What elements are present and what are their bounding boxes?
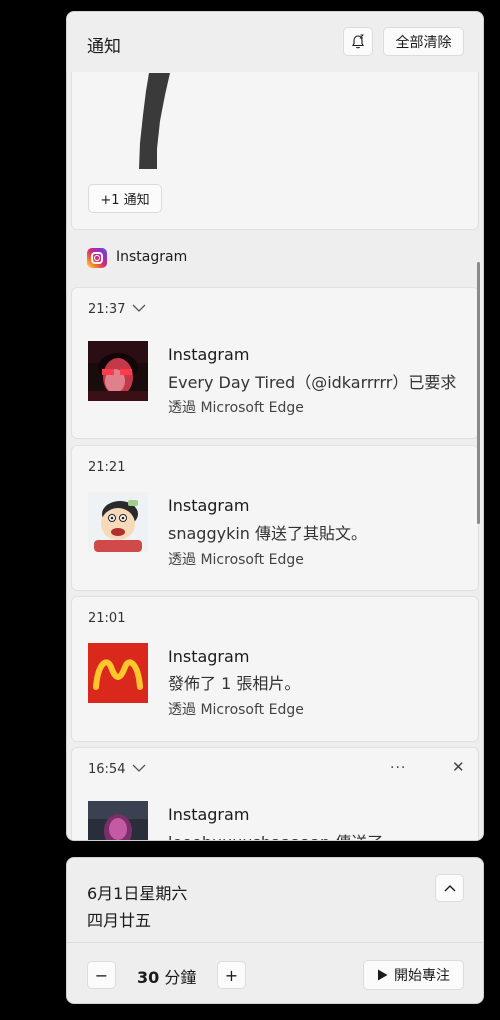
- notification-time: 21:21: [88, 460, 126, 475]
- collapse-calendar-button[interactable]: [435, 874, 464, 902]
- notification-list[interactable]: +1 通知 Instagram 21:37 Instagram Every Da…: [67, 72, 483, 840]
- notification-time: 21:37: [88, 302, 126, 317]
- do-not-disturb-button[interactable]: [343, 27, 373, 56]
- notification-body: 發佈了 1 張相片。: [168, 674, 301, 693]
- divider: [67, 942, 483, 943]
- notification-title: Instagram: [168, 496, 250, 515]
- calendar-panel: 6月1日星期六 四月廿五 − 30 分鐘 + 開始專注: [66, 857, 484, 1004]
- notification-card[interactable]: 21:21 Instagram snaggykin 傳送了其貼文。 透過 Mic: [71, 445, 479, 591]
- notification-header: 通知 全部清除: [67, 12, 483, 72]
- more-notifications-button[interactable]: +1 通知: [88, 184, 162, 213]
- notification-body: snaggykin 傳送了其貼文。: [168, 524, 368, 543]
- notification-center: 通知 全部清除 +1 通知 Instagram 21:37 Instagram …: [66, 11, 484, 841]
- focus-minutes-value: 30: [137, 968, 160, 987]
- avatar: [88, 643, 148, 703]
- avatar: [88, 492, 148, 552]
- calendar-date[interactable]: 6月1日星期六: [87, 880, 187, 904]
- more-options-button[interactable]: ···: [390, 760, 406, 776]
- notification-body: looobuuuushaaaaan 傳送了: [168, 829, 383, 840]
- notification-card[interactable]: 21:37 Instagram Every Day Tired（@idkarrr…: [71, 287, 479, 439]
- focus-duration: 30 分鐘: [137, 964, 196, 988]
- increase-focus-button[interactable]: +: [217, 961, 246, 989]
- notification-title: Instagram: [168, 805, 250, 824]
- avatar: [88, 801, 148, 840]
- start-focus-button[interactable]: 開始專注: [363, 960, 464, 990]
- bell-snooze-icon: [352, 34, 364, 48]
- notification-title: Instagram: [168, 647, 250, 666]
- start-focus-label: 開始專注: [394, 968, 450, 984]
- notification-card[interactable]: 16:54 ··· ✕ Instagram looobuuuushaaaaan …: [71, 747, 479, 840]
- chevron-up-icon: [444, 885, 455, 892]
- dismiss-notification-button[interactable]: ✕: [452, 758, 465, 776]
- instagram-icon: [87, 248, 107, 268]
- app-group-header: Instagram: [71, 230, 479, 287]
- focus-minutes-unit: 分鐘: [164, 968, 197, 987]
- previous-notification-card[interactable]: +1 通知: [71, 72, 479, 230]
- notification-time: 16:54: [88, 762, 126, 777]
- avatar: [88, 341, 148, 401]
- calendar-lunar-date: 四月廿五: [87, 911, 152, 930]
- notification-source: 透過 Microsoft Edge: [168, 552, 304, 568]
- notification-source: 透過 Microsoft Edge: [168, 400, 304, 416]
- notification-body: Every Day Tired（@idkarrrrr）已要求: [168, 373, 457, 392]
- decrease-focus-button[interactable]: −: [87, 961, 116, 989]
- notification-title: Instagram: [168, 345, 250, 364]
- chevron-down-icon[interactable]: [132, 302, 146, 316]
- play-icon: [378, 969, 388, 981]
- notification-time: 21:01: [88, 611, 126, 626]
- app-group-name: Instagram: [116, 249, 188, 265]
- notification-image: [139, 73, 170, 169]
- chevron-down-icon[interactable]: [132, 762, 146, 776]
- notification-card[interactable]: 21:01 Instagram 發佈了 1 張相片。 透過 Microsoft …: [71, 596, 479, 742]
- clear-all-button[interactable]: 全部清除: [383, 27, 464, 56]
- notification-scrollbar[interactable]: [477, 262, 480, 524]
- notification-source: 透過 Microsoft Edge: [168, 702, 304, 718]
- notification-title: 通知: [87, 37, 121, 57]
